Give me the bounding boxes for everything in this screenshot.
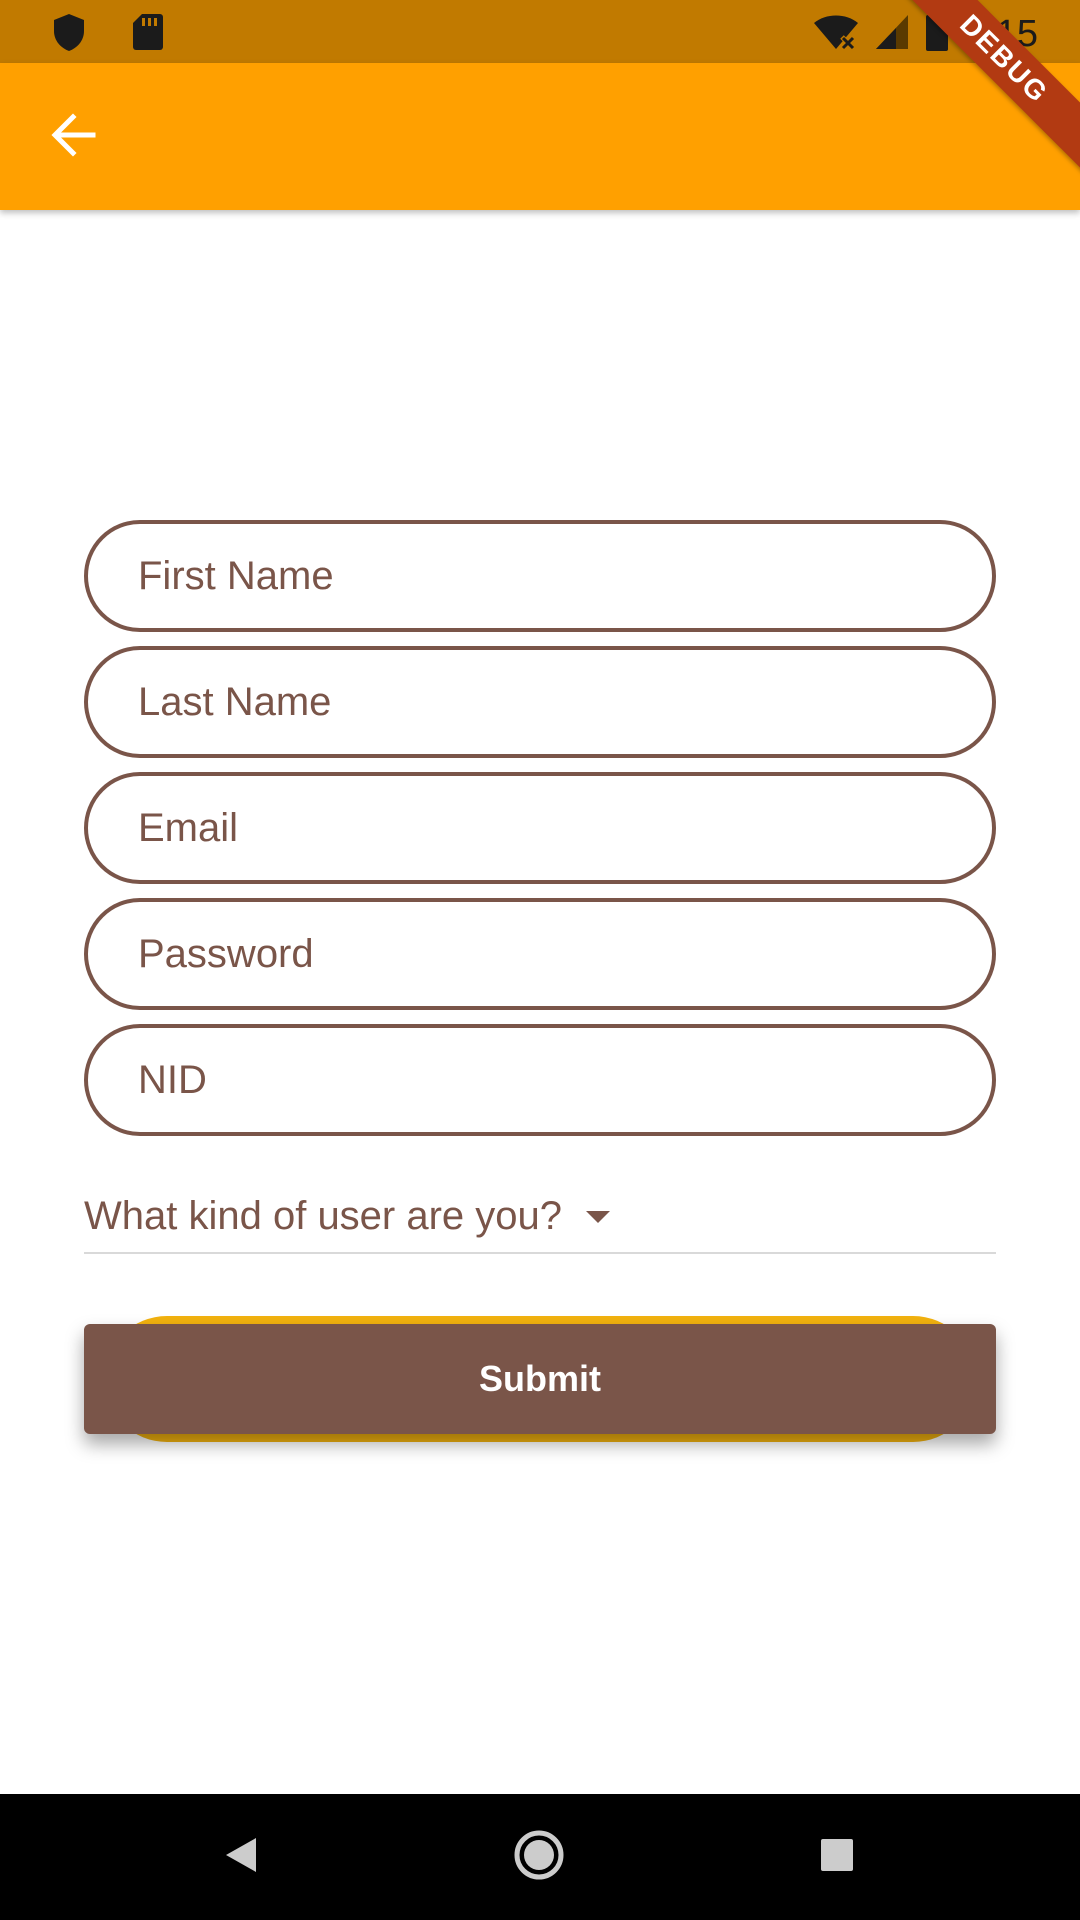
password-input[interactable]	[138, 931, 992, 977]
registration-form	[84, 520, 996, 1150]
sd-card-icon	[132, 13, 164, 56]
last-name-field[interactable]	[84, 646, 996, 758]
arrow-drop-down-icon	[584, 1209, 612, 1230]
nav-home-button[interactable]	[506, 1824, 572, 1890]
back-triangle-icon	[224, 1836, 258, 1879]
app-bar	[0, 63, 1080, 210]
email-input[interactable]	[138, 805, 992, 851]
back-button[interactable]	[40, 107, 106, 167]
status-left-icons	[52, 12, 164, 57]
user-type-dropdown[interactable]: What kind of user are you?	[84, 1180, 996, 1254]
nid-input[interactable]	[138, 1057, 992, 1103]
home-circle-icon	[513, 1829, 565, 1886]
password-field[interactable]	[84, 898, 996, 1010]
cell-signal-icon	[874, 11, 910, 56]
email-field[interactable]	[84, 772, 996, 884]
screen: 7:15 DEBUG What kind of user are you?	[0, 0, 1080, 1920]
recents-square-icon	[820, 1838, 854, 1877]
status-bar: 7:15	[0, 0, 1080, 63]
shield-icon	[52, 12, 86, 57]
last-name-input[interactable]	[138, 679, 992, 725]
first-name-input[interactable]	[138, 553, 992, 599]
nav-recents-button[interactable]	[804, 1824, 870, 1890]
arrow-back-icon	[49, 112, 97, 162]
nid-field[interactable]	[84, 1024, 996, 1136]
user-type-dropdown-label: What kind of user are you?	[84, 1193, 563, 1238]
submit-area: Submit	[84, 1316, 996, 1442]
system-nav-bar	[0, 1794, 1080, 1920]
first-name-field[interactable]	[84, 520, 996, 632]
submit-button[interactable]: Submit	[84, 1324, 996, 1434]
wifi-off-icon	[812, 11, 860, 56]
nav-back-button[interactable]	[208, 1824, 274, 1890]
